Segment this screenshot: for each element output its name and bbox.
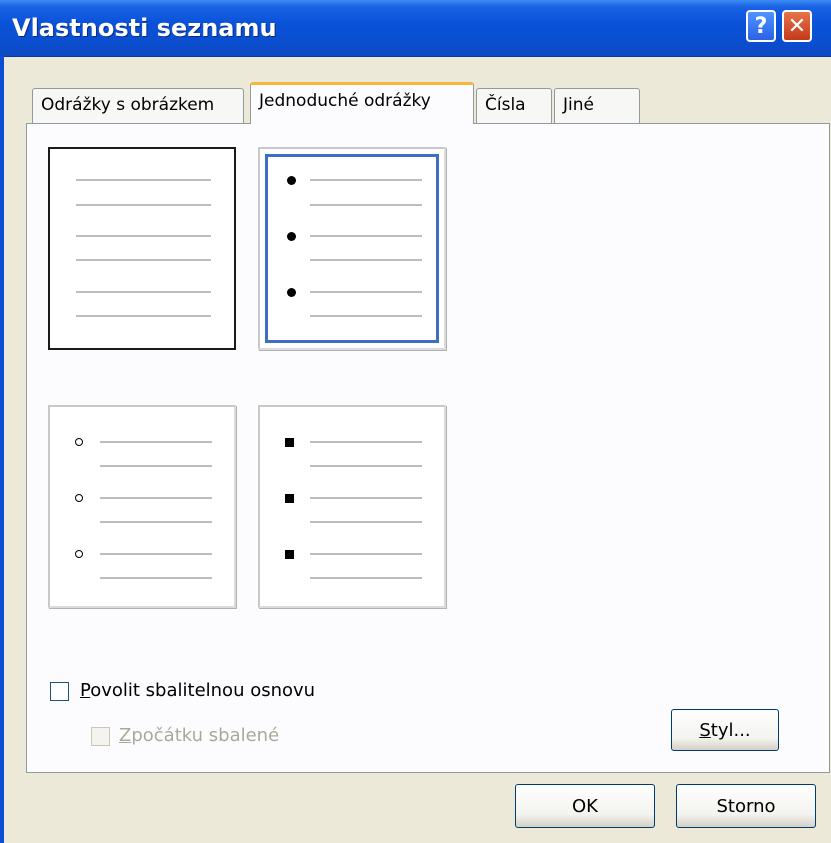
- line-icon: [76, 179, 211, 181]
- tab-picture-bullets[interactable]: Odrážky s obrázkem: [32, 88, 244, 124]
- help-button[interactable]: ?: [746, 10, 776, 42]
- style-button[interactable]: Styl...: [671, 709, 779, 751]
- line-icon: [310, 315, 422, 317]
- collapsible-outline-label[interactable]: Povolit sbalitelnou osnovu: [80, 680, 315, 701]
- line-icon: [76, 204, 211, 206]
- window-frame-left: [0, 56, 4, 843]
- tab-label: Čísla: [485, 95, 526, 115]
- disc-bullet-icon: [287, 288, 296, 297]
- line-icon: [310, 465, 422, 467]
- tab-label: Odrážky s obrázkem: [41, 95, 215, 115]
- bullet-style-disc[interactable]: [258, 147, 446, 350]
- tab-label: Jiné: [563, 95, 594, 115]
- line-icon: [310, 204, 422, 206]
- line-icon: [310, 291, 422, 293]
- bullet-style-circle[interactable]: [48, 405, 236, 608]
- cancel-button[interactable]: Storno: [676, 784, 816, 828]
- circle-bullet-icon: [75, 438, 83, 446]
- circle-bullet-icon: [75, 494, 83, 502]
- line-icon: [310, 577, 422, 579]
- line-icon: [310, 553, 422, 555]
- line-icon: [76, 235, 211, 237]
- disc-bullet-icon: [287, 232, 296, 241]
- tab-numbers[interactable]: Čísla: [476, 88, 552, 124]
- square-bullet-icon: [285, 550, 294, 559]
- line-icon: [100, 553, 212, 555]
- line-icon: [310, 497, 422, 499]
- line-icon: [310, 259, 422, 261]
- line-icon: [76, 315, 211, 317]
- close-button[interactable]: ✕: [782, 10, 812, 42]
- tab-other[interactable]: Jiné: [554, 88, 640, 124]
- line-icon: [310, 521, 422, 523]
- initially-collapsed-label: Zpočátku sbalené: [119, 725, 280, 746]
- line-icon: [76, 259, 211, 261]
- square-bullet-icon: [285, 438, 294, 447]
- line-icon: [310, 179, 422, 181]
- window-title: Vlastnosti seznamu: [12, 14, 277, 42]
- initially-collapsed-checkbox[interactable]: [91, 727, 110, 746]
- line-icon: [100, 465, 212, 467]
- disc-bullet-icon: [287, 176, 296, 185]
- tab-label: Jednoduché odrážky: [259, 91, 431, 111]
- line-icon: [76, 291, 211, 293]
- bullet-style-none[interactable]: [48, 147, 236, 350]
- collapsible-outline-checkbox[interactable]: [50, 682, 69, 701]
- line-icon: [310, 235, 422, 237]
- line-icon: [100, 521, 212, 523]
- close-icon: ✕: [787, 13, 807, 39]
- ok-button[interactable]: OK: [515, 784, 655, 828]
- line-icon: [100, 441, 212, 443]
- tab-simple-bullets[interactable]: Jednoduché odrážky: [250, 82, 474, 124]
- circle-bullet-icon: [75, 550, 83, 558]
- title-bar[interactable]: Vlastnosti seznamu ? ✕: [0, 0, 831, 57]
- help-icon: ?: [754, 13, 768, 39]
- line-icon: [310, 441, 422, 443]
- line-icon: [100, 577, 212, 579]
- bullet-style-square[interactable]: [258, 405, 446, 608]
- line-icon: [100, 497, 212, 499]
- square-bullet-icon: [285, 494, 294, 503]
